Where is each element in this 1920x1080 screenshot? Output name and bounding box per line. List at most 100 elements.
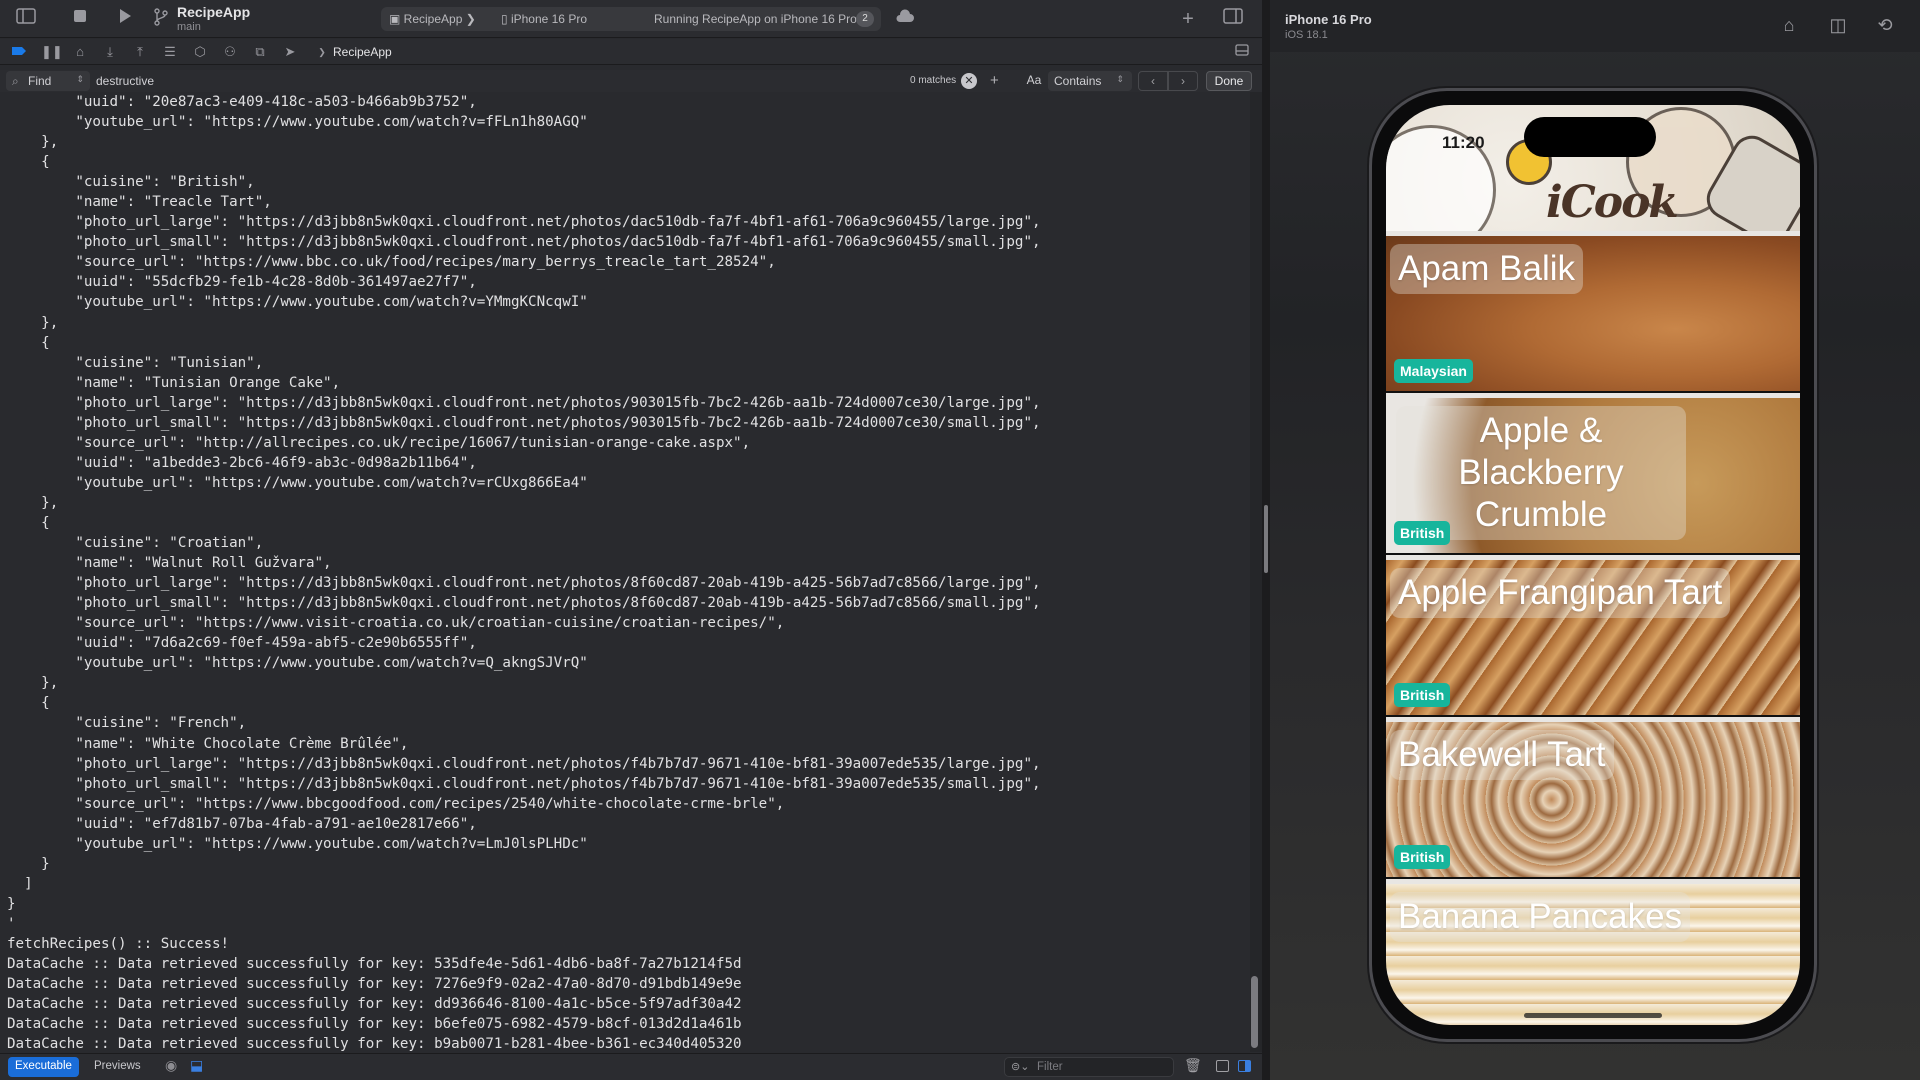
recipe-title-box: Apple Frangipan Tart [1390,568,1731,618]
match-count: 0 matches [910,75,957,86]
activity-viewer[interactable]: ▣ RecipeApp ❯ ▯ iPhone 16 Pro Running Re… [381,7,881,31]
home-icon[interactable]: ⌂ [1777,13,1801,37]
recipe-card[interactable]: Apam Balik Malaysian [1386,231,1800,391]
console-line: { [7,154,50,171]
split-grip[interactable] [1264,505,1268,573]
console-line: "uuid": "ef7d81b7-07ba-4fab-a791-ae10e28… [7,815,477,832]
console-line: }, [7,675,59,692]
add-pattern-icon[interactable]: + [990,72,999,89]
console-line: "uuid": "55dcfb29-fe1b-4c28-8d0b-361497a… [7,274,477,291]
screenshot-icon[interactable]: ◫ [1826,13,1850,37]
console-scroll-thumb[interactable] [1251,976,1258,1048]
home-indicator[interactable] [1524,1013,1662,1018]
tab-previews[interactable]: Previews [94,1060,141,1072]
console-line: "photo_url_small": "https://d3jbb8n5wk0q… [7,775,1041,792]
console-filter[interactable]: ⊜⌄ Filter [1004,1057,1174,1077]
phone-screen[interactable]: 11:20 iCook Apam Balik Malaysian Apple &… [1386,105,1800,1025]
location-icon[interactable]: ➤ [281,43,299,61]
recipe-title: Apple & Blackberry Crumble [1458,411,1624,534]
case-sensitive-button[interactable]: Aa [1020,73,1048,90]
recipe-title-box: Bakewell Tart [1390,730,1614,780]
console-line: ' [7,915,16,932]
pause-icon[interactable]: ❚❚ [41,43,63,61]
breakpoints-icon[interactable] [10,43,28,61]
simulate-icon[interactable]: ⧉ [251,43,269,61]
cuisine-badge: Malaysian [1394,359,1473,383]
console-line: "photo_url_small": "https://d3jbb8n5wk0q… [7,234,1041,251]
console-line: DataCache :: Data retrieved successfully… [7,976,742,993]
recipe-card[interactable]: Bakewell Tart British [1386,717,1800,877]
filter-input[interactable]: Filter [1037,1061,1063,1073]
match-type-select[interactable]: Contains ⇕ [1048,71,1132,91]
right-pane-toggle-icon[interactable] [1238,1060,1251,1072]
console-line: } [7,895,16,912]
recipe-card[interactable]: Banana Pancakes [1386,879,1800,1025]
find-input[interactable]: destructive [96,74,154,88]
recipe-card[interactable]: Apple Frangipan Tart British [1386,555,1800,715]
activity-device[interactable]: ▯ iPhone 16 Pro [501,12,587,26]
run-icon[interactable] [114,8,136,30]
left-pane-toggle-icon[interactable] [1216,1060,1229,1072]
previous-match-icon[interactable]: ‹ [1138,71,1168,91]
console-line: { [7,514,50,531]
cuisine-badge: British [1394,845,1451,869]
tab-executable[interactable]: Executable [8,1057,79,1077]
eye-icon[interactable]: ◉ [165,1057,177,1074]
step-into-icon[interactable]: ⤓ [101,43,119,61]
recipe-title-box: Apam Balik [1390,244,1584,294]
scheme-title[interactable]: RecipeApp [177,4,250,20]
cloud-icon[interactable] [894,8,916,30]
branch-name: main [177,21,201,33]
console-line: ] [7,875,33,892]
recipe-title: Bakewell Tart [1398,735,1606,774]
console-line: }, [7,314,59,331]
sidebar-toggle-icon[interactable] [15,8,37,30]
variables-toggle-icon[interactable]: ⬓ [190,1057,203,1074]
console-line: "name": "White Chocolate Crème Brûlée", [7,735,409,752]
debug-target: RecipeApp [333,45,392,59]
console-line: "photo_url_small": "https://d3jbb8n5wk0q… [7,414,1041,431]
chevron-updown-icon: ⇕ [1116,74,1124,84]
console-line: DataCache :: Data retrieved successfully… [7,1036,742,1052]
step-over-icon[interactable]: ⌂ [71,43,89,61]
device-name: iPhone 16 Pro [1285,12,1372,27]
add-icon[interactable]: + [1177,8,1199,30]
recipe-card[interactable]: Apple & Blackberry Crumble British [1386,393,1800,553]
recipe-title-box: Apple & Blackberry Crumble [1396,406,1686,540]
memory-graph-icon[interactable]: ⬡ [191,43,209,61]
console-line: "name": "Tunisian Orange Cake", [7,374,341,391]
debug-console[interactable]: "uuid": "20e87ac3-e409-418c-a503-b466ab9… [0,92,1250,1052]
activity-scheme[interactable]: ▣ RecipeApp ❯ [389,12,476,26]
console-line: "photo_url_large": "https://d3jbb8n5wk0q… [7,575,1041,592]
find-mode-select[interactable]: ⌕ Find ⇕ [6,71,90,91]
console-line: "youtube_url": "https://www.youtube.com/… [7,474,588,491]
stop-icon[interactable] [69,8,91,30]
inspector-toggle-icon[interactable] [1222,8,1244,30]
chevron-updown-icon: ⇕ [76,74,84,84]
status-time: 11:20 [1442,133,1485,152]
xcode-window: RecipeApp main ▣ RecipeApp ❯ ▯ iPhone 16… [0,0,1262,1080]
rotate-icon[interactable]: ⟲ [1873,13,1897,37]
step-out-icon[interactable]: ⤒ [131,43,149,61]
clear-icon[interactable]: ✕ [961,73,977,89]
next-match-icon[interactable]: › [1168,71,1198,91]
console-line: DataCache :: Data retrieved successfully… [7,996,742,1013]
console-line: { [7,695,50,712]
simulator-window: iPhone 16 Pro iOS 18.1 ⌂ ◫ ⟲ 11:20 iCook… [1270,0,1920,1080]
console-toggle-icon[interactable] [1233,43,1251,61]
trash-icon[interactable]: 🗑 [1184,1057,1202,1074]
view-hierarchy-icon[interactable]: ☰ [161,43,179,61]
issue-count-badge[interactable]: 2 [856,11,874,27]
console-line: "name": "Walnut Roll Gužvara", [7,555,332,572]
console-line: DataCache :: Data retrieved successfully… [7,956,742,973]
environment-icon[interactable]: ⚇ [221,43,239,61]
console-line: "photo_url_large": "https://d3jbb8n5wk0q… [7,214,1041,231]
console-line: }, [7,134,59,151]
console-scrollbar[interactable] [1250,92,1262,1052]
console-line: "source_url": "https://www.bbc.co.uk/foo… [7,254,776,271]
console-line: "photo_url_large": "https://d3jbb8n5wk0q… [7,394,1041,411]
console-line: "youtube_url": "https://www.youtube.com/… [7,835,588,852]
os-version: iOS 18.1 [1285,29,1328,41]
console-line: "cuisine": "French", [7,715,247,732]
find-done-button[interactable]: Done [1206,71,1252,91]
